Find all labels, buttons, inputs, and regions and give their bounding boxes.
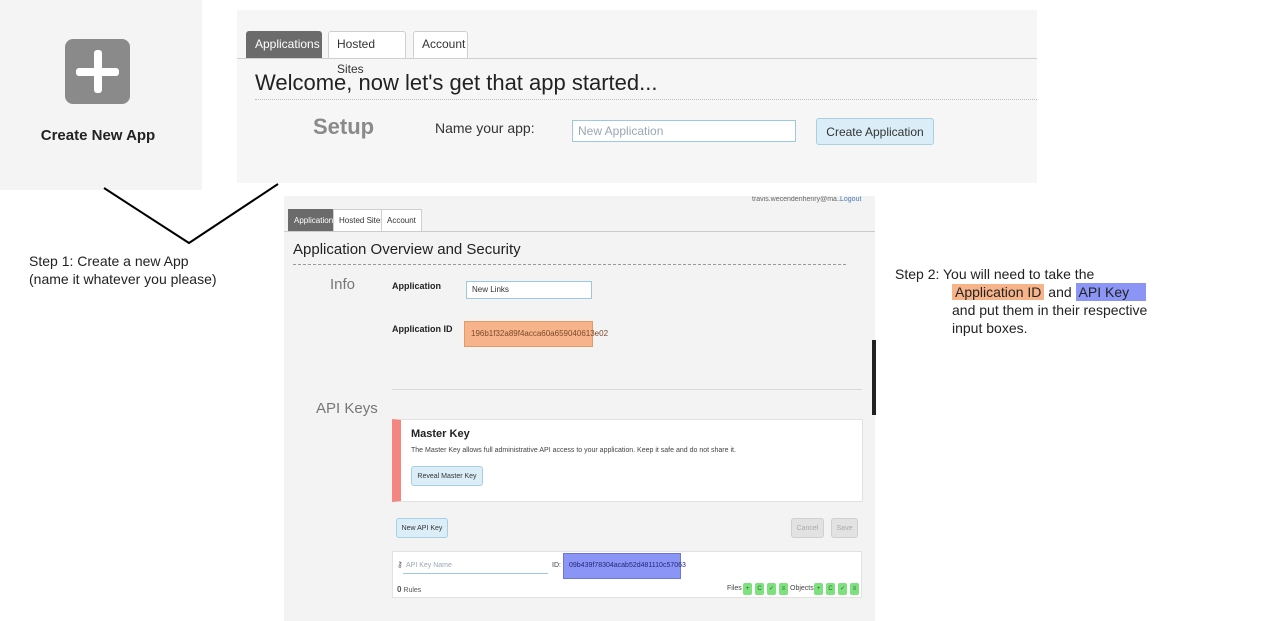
save-button[interactable]: Save (831, 518, 858, 538)
api-key-row: ⚷ ID: 09b439f78304acab52d481110c57063 0 … (392, 551, 862, 598)
application-label: Application (392, 281, 441, 291)
cancel-button[interactable]: Cancel (791, 518, 824, 538)
master-key-title: Master Key (411, 428, 470, 440)
title-divider (293, 264, 846, 265)
api-keys-section-label: API Keys (316, 400, 378, 417)
master-key-description: The Master Key allows full administrativ… (411, 447, 736, 454)
reveal-master-key-button[interactable]: Reveal Master Key (411, 466, 483, 486)
api-key-highlight: API Key (1075, 283, 1146, 301)
rules-count: 0 Rules (397, 585, 421, 594)
user-email: travis.wecendenhenry@ma... (752, 196, 843, 203)
step2-instructions: Step 2: You will need to take the Applic… (895, 265, 1147, 337)
rules-text: Rules (403, 587, 422, 594)
app-overview-panel: travis.wecendenhenry@ma... Logout Applic… (284, 196, 875, 621)
step2-line2: Application ID and API Key (895, 283, 1147, 301)
objects-check-icon[interactable]: ✓ (838, 583, 847, 595)
logout-link[interactable]: Logout (840, 196, 861, 203)
tab-account-2[interactable]: Account (381, 209, 422, 231)
step2-and: and (1048, 284, 1072, 300)
files-copy-icon[interactable]: C (755, 583, 764, 595)
new-api-key-button[interactable]: New API Key (396, 518, 448, 538)
info-section-label: Info (330, 276, 356, 293)
api-key-id-label: ID: (552, 562, 561, 569)
step2-line4: input boxes. (952, 320, 1028, 336)
tab-divider-2 (284, 231, 875, 232)
files-list-icon[interactable]: ≡ (779, 583, 788, 595)
objects-label: Objects (790, 585, 814, 592)
key-icon: ⚷ (397, 560, 403, 569)
api-key-value[interactable]: 09b439f78304acab52d481110c57063 (563, 553, 686, 579)
objects-copy-icon[interactable]: C (826, 583, 835, 595)
scrollbar[interactable] (872, 340, 876, 415)
step2-line1: Step 2: You will need to take the (895, 266, 1095, 282)
application-name-field[interactable]: New Links (466, 281, 592, 299)
step2-line3: and put them in their respective (952, 302, 1148, 318)
files-label: Files (727, 585, 742, 592)
objects-list-icon[interactable]: ≡ (850, 583, 859, 595)
application-id-value[interactable]: 196b1f32a89f4acca60a659040613e02 (464, 321, 608, 347)
section-separator (392, 389, 862, 390)
objects-create-icon[interactable]: + (814, 583, 823, 595)
application-id-label: Application ID (392, 324, 453, 334)
step1-line2: (name it whatever you please) (29, 271, 217, 287)
overview-title: Application Overview and Security (293, 241, 521, 258)
files-check-icon[interactable]: ✓ (767, 583, 776, 595)
api-key-name-input[interactable] (403, 557, 548, 574)
step1-line1: Step 1: Create a new App (29, 253, 189, 269)
files-create-icon[interactable]: + (743, 583, 752, 595)
step1-instructions: Step 1: Create a new App (name it whatev… (29, 252, 217, 288)
rules-count-number: 0 (397, 585, 402, 594)
master-key-card: Master Key The Master Key allows full ad… (392, 419, 863, 502)
application-id-highlight: Application ID (952, 284, 1045, 300)
